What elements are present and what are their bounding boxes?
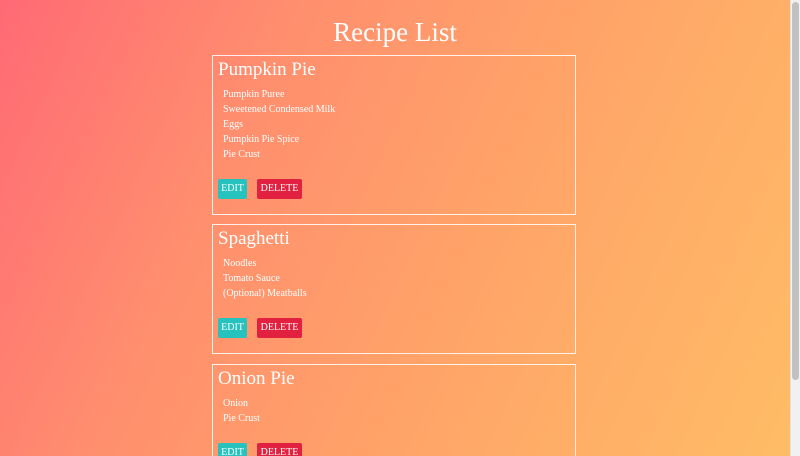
ingredient-item: Pie Crust [223,149,260,160]
ingredient-item: (Optional) Meatballs [223,288,307,299]
ingredient-list: Pumpkin Puree Sweetened Condensed Milk E… [223,87,335,162]
recipe-title: Pumpkin Pie [218,59,316,80]
delete-button[interactable]: DELETE [257,179,302,199]
edit-button[interactable]: EDIT [218,318,247,338]
recipe-title: Onion Pie [218,368,295,389]
ingredient-item: Pie Crust [223,413,260,424]
recipe-card-pumpkin-pie: Pumpkin Pie Pumpkin Puree Sweetened Cond… [212,55,576,215]
recipe-card-spaghetti: Spaghetti Noodles Tomato Sauce (Optional… [212,224,576,354]
ingredient-item: Onion [223,398,248,409]
ingredient-item: Pumpkin Puree [223,89,285,100]
ingredient-item: Noodles [223,258,257,269]
ingredient-list: Noodles Tomato Sauce (Optional) Meatball… [223,256,307,301]
vertical-scrollbar[interactable] [790,0,800,456]
ingredient-item: Tomato Sauce [223,273,280,284]
page-title: Recipe List [333,17,457,47]
ingredient-item: Pumpkin Pie Spice [223,134,300,145]
ingredient-list: Onion Pie Crust [223,396,260,426]
scrollbar-thumb[interactable] [792,2,799,380]
recipe-card-onion-pie: Onion Pie Onion Pie Crust EDIT DELETE [212,364,576,456]
recipe-title: Spaghetti [218,228,290,249]
ingredient-item: Sweetened Condensed Milk [223,104,336,115]
edit-button[interactable]: EDIT [218,179,247,199]
delete-button[interactable]: DELETE [257,318,302,338]
delete-button[interactable]: DELETE [257,443,302,456]
edit-button[interactable]: EDIT [218,443,247,456]
ingredient-item: Eggs [223,119,243,130]
